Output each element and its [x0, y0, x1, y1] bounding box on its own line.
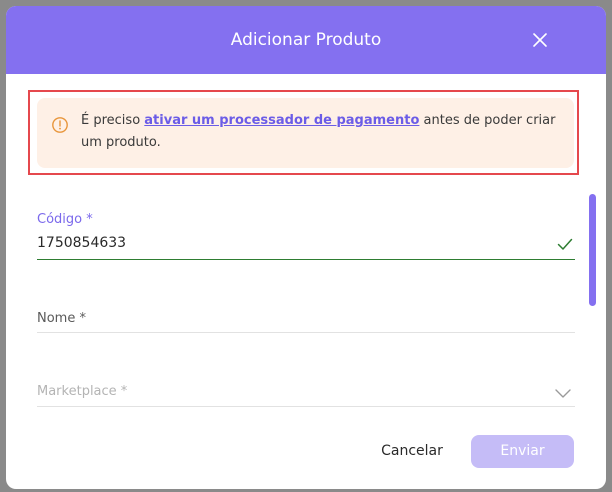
- check-icon: [557, 238, 573, 250]
- alert-message: É preciso ativar um processador de pagam…: [81, 110, 561, 154]
- codigo-input[interactable]: 1750854633: [37, 235, 126, 251]
- submit-button[interactable]: Enviar: [471, 435, 574, 468]
- dialog-title: Adicionar Produto: [230, 30, 382, 50]
- marketplace-underline: [37, 406, 575, 407]
- scrollbar-thumb[interactable]: [589, 194, 596, 306]
- marketplace-select[interactable]: Marketplace *: [37, 384, 127, 399]
- cancel-button[interactable]: Cancelar: [370, 435, 454, 467]
- nome-underline: [37, 332, 575, 333]
- close-button[interactable]: [528, 28, 552, 52]
- warning-circle-icon: [52, 117, 68, 133]
- codigo-label: Código *: [37, 212, 93, 227]
- add-product-dialog: Adicionar Produto É preciso ativar um pr…: [6, 6, 606, 489]
- alert-text-before: É preciso: [81, 113, 145, 128]
- codigo-underline: [37, 259, 575, 260]
- activate-payment-processor-link[interactable]: ativar um processador de pagamento: [144, 113, 419, 128]
- close-icon: [533, 33, 547, 47]
- dialog-header: Adicionar Produto: [6, 6, 606, 74]
- payment-processor-alert: É preciso ativar um processador de pagam…: [37, 98, 574, 168]
- chevron-down-icon[interactable]: [553, 385, 573, 401]
- nome-input[interactable]: Nome *: [37, 311, 86, 326]
